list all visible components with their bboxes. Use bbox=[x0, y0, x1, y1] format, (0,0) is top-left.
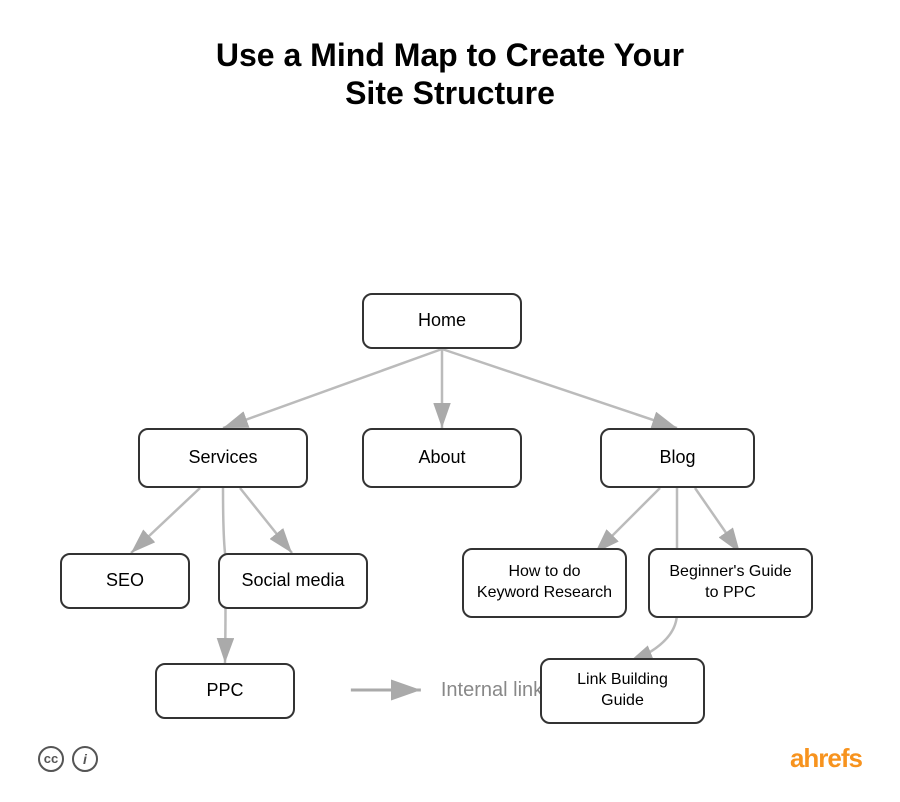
mind-map-diagram: Home Services About Blog SEO Social medi… bbox=[0, 133, 900, 713]
node-keyword-research: How to doKeyword Research bbox=[462, 548, 627, 618]
node-link-building: Link BuildingGuide bbox=[540, 658, 705, 724]
node-beginners-guide: Beginner's Guideto PPC bbox=[648, 548, 813, 618]
node-blog: Blog bbox=[600, 428, 755, 488]
node-services: Services bbox=[138, 428, 308, 488]
node-ppc: PPC bbox=[155, 663, 295, 719]
footer-icons: cc i bbox=[38, 746, 98, 772]
title-line2: Site Structure bbox=[345, 75, 555, 111]
node-about: About bbox=[362, 428, 522, 488]
node-home: Home bbox=[362, 293, 522, 349]
cc-icon: cc bbox=[38, 746, 64, 772]
footer: cc i ahrefs bbox=[0, 743, 900, 774]
info-icon: i bbox=[72, 746, 98, 772]
node-social-media: Social media bbox=[218, 553, 368, 609]
title-line1: Use a Mind Map to Create Your bbox=[216, 37, 684, 73]
page-container: Use a Mind Map to Create Your Site Struc… bbox=[0, 0, 900, 802]
page-title: Use a Mind Map to Create Your Site Struc… bbox=[0, 0, 900, 123]
node-seo: SEO bbox=[60, 553, 190, 609]
connectors-svg bbox=[0, 133, 900, 713]
ahrefs-logo: ahrefs bbox=[790, 743, 862, 774]
